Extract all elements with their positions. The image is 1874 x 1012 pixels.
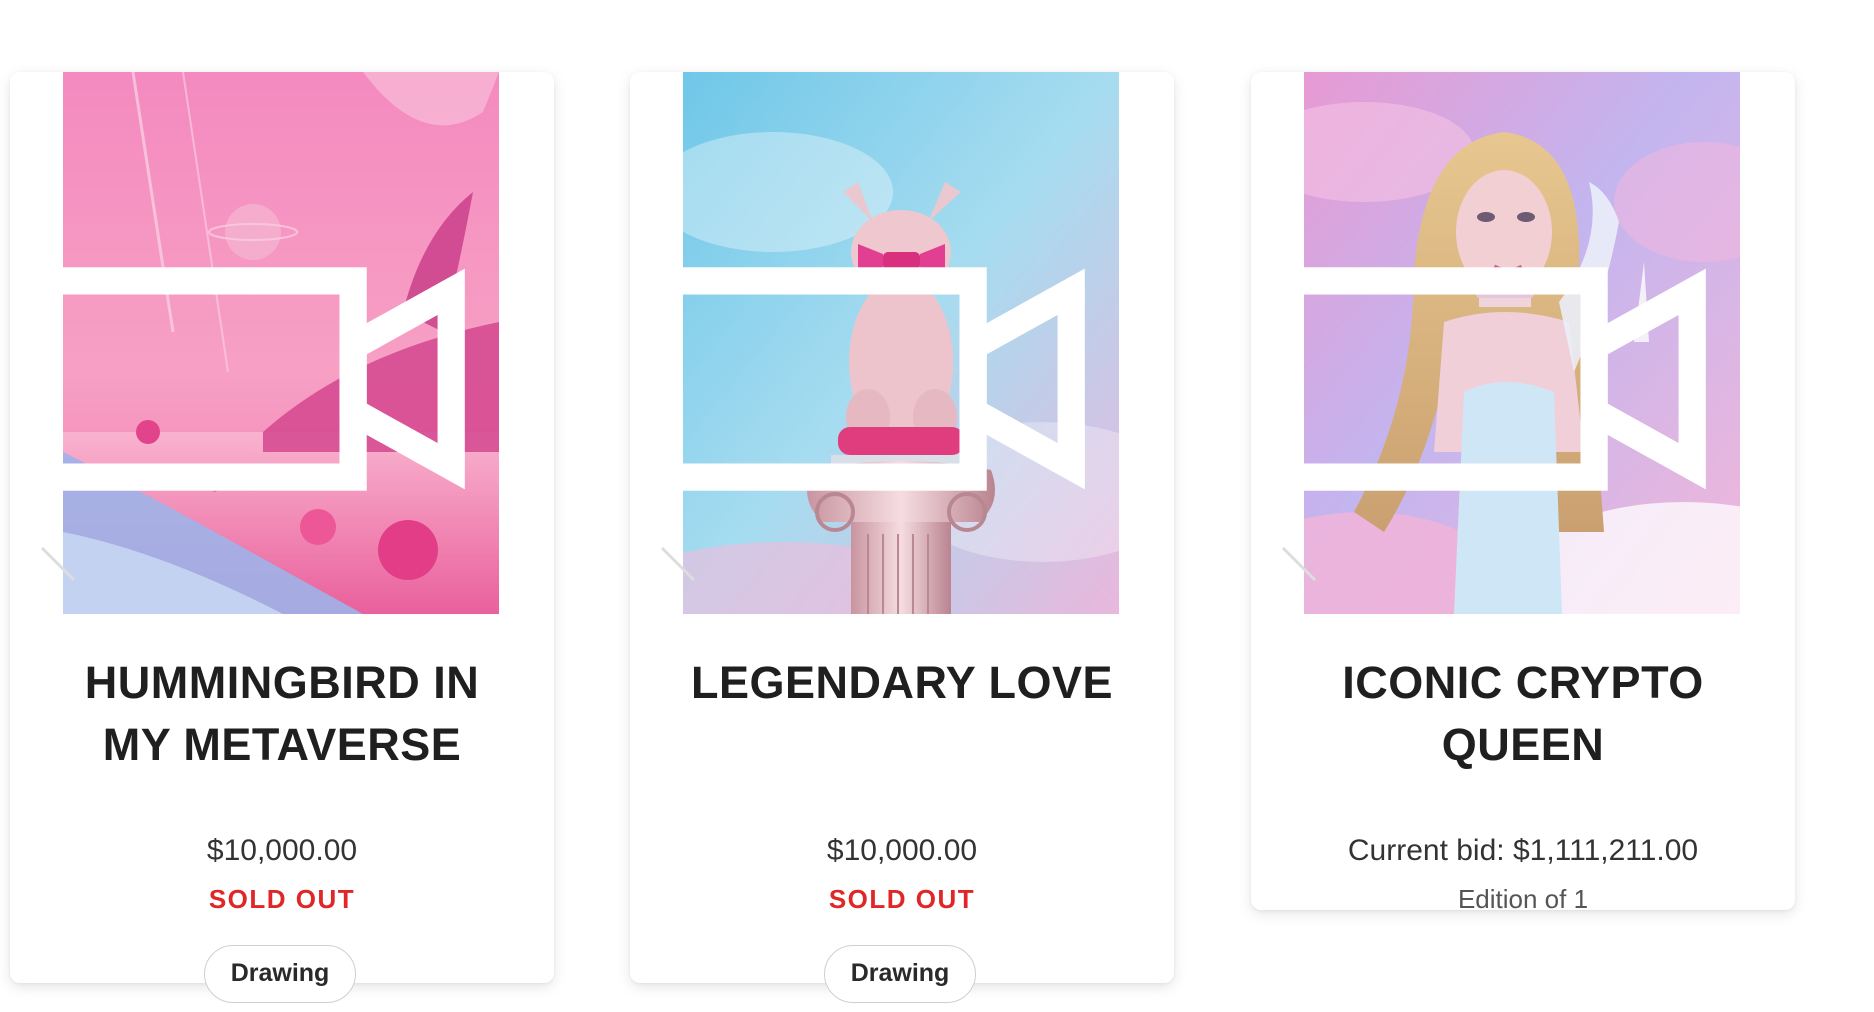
- nft-card-grid: HUMMINGBIRD IN MY METAVERSE $10,000.00 S…: [0, 0, 1874, 1012]
- artwork-title[interactable]: LEGENDARY LOVE: [630, 652, 1174, 714]
- status-badge: SOLD OUT: [208, 884, 356, 914]
- artwork-preview-legendary-love[interactable]: [683, 72, 1119, 614]
- artwork-price: $10,000.00: [206, 834, 358, 867]
- muted-speaker-icon[interactable]: [38, 544, 78, 584]
- video-camera-icon: [683, 267, 1085, 491]
- nft-card-legendary-love[interactable]: LEGENDARY LOVE $10,000.00 SOLD OUT Drawi…: [630, 72, 1174, 1003]
- nft-card-hummingbird[interactable]: HUMMINGBIRD IN MY METAVERSE $10,000.00 S…: [10, 72, 554, 1003]
- category-tag-button[interactable]: Drawing: [824, 945, 976, 1003]
- video-camera-icon: [1304, 267, 1706, 491]
- video-camera-icon: [63, 267, 465, 491]
- category-tag-button[interactable]: Drawing: [204, 945, 356, 1003]
- status-badge: SOLD OUT: [828, 884, 976, 914]
- artwork-preview-iconic-crypto-queen[interactable]: [1304, 72, 1740, 614]
- nft-card-iconic-crypto-queen[interactable]: ICONIC CRYPTO QUEEN Current bid: $1,111,…: [1251, 72, 1795, 914]
- current-bid: Current bid: $1,111,211.00: [1347, 834, 1699, 867]
- artwork-title[interactable]: HUMMINGBIRD IN MY METAVERSE: [10, 652, 554, 776]
- edition-count: Edition of 1: [1457, 884, 1589, 914]
- artwork-preview-hummingbird[interactable]: [63, 72, 499, 614]
- artwork-title[interactable]: ICONIC CRYPTO QUEEN: [1251, 652, 1795, 776]
- muted-speaker-icon[interactable]: [658, 544, 698, 584]
- artwork-price: $10,000.00: [826, 834, 978, 867]
- muted-speaker-icon[interactable]: [1279, 544, 1319, 584]
